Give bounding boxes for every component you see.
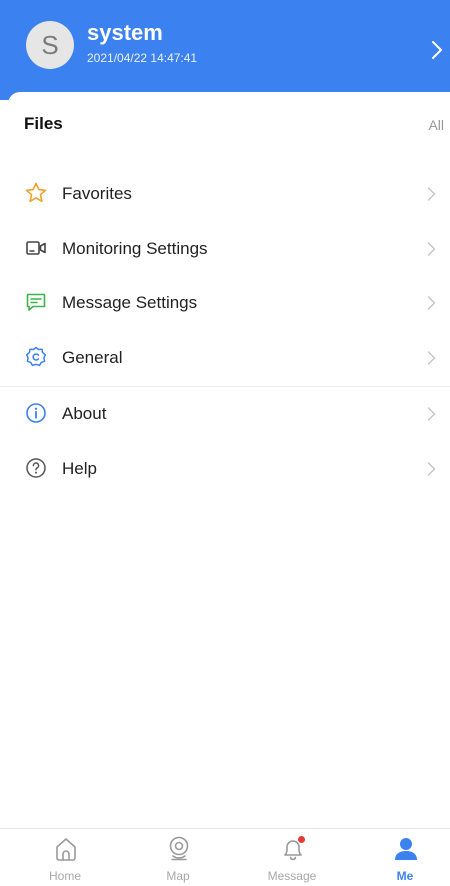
files-all-link[interactable]: All [428, 116, 444, 134]
chevron-right-icon[interactable] [430, 38, 444, 62]
chevron-right-icon [427, 351, 436, 365]
chevron-right-icon [427, 242, 436, 256]
tab-message[interactable]: Message [236, 829, 348, 886]
menu-item-favorites[interactable]: Favorites [0, 167, 450, 221]
menu-item-label: Help [62, 459, 97, 478]
tab-label: Home [48, 869, 81, 883]
tab-label: Me [396, 869, 414, 883]
chevron-right-icon [427, 187, 436, 201]
username: system [87, 20, 163, 45]
bottom-tab-bar: Home Map Message Me [0, 828, 450, 886]
info-icon [26, 403, 46, 423]
tab-home[interactable]: Home [9, 829, 121, 886]
chevron-right-icon [427, 462, 436, 476]
menu-item-about[interactable]: About [0, 387, 450, 441]
star-icon [25, 182, 47, 203]
menu-item-label: Message Settings [62, 293, 198, 312]
menu-item-monitoring-settings[interactable]: Monitoring Settings [0, 222, 450, 276]
tab-label: Map [166, 869, 190, 883]
tab-me[interactable]: Me [349, 829, 450, 886]
avatar: S [26, 21, 74, 69]
menu-item-help[interactable]: Help [0, 442, 450, 496]
chevron-right-icon [427, 296, 436, 310]
login-timestamp: 2021/04/22 14:47:41 [87, 51, 198, 65]
general-settings-icon [25, 346, 47, 367]
menu-item-general[interactable]: General [0, 331, 450, 385]
tab-map[interactable]: Map [122, 829, 234, 886]
menu-item-message-settings[interactable]: Message Settings [0, 276, 450, 330]
menu-item-label: About [62, 404, 107, 423]
help-icon [26, 458, 46, 478]
menu-item-label: General [62, 348, 123, 367]
home-icon [56, 838, 76, 861]
message-icon [26, 293, 46, 311]
menu-item-label: Monitoring Settings [62, 239, 208, 258]
menu-item-label: Favorites [62, 184, 132, 203]
map-pin-icon [169, 836, 189, 861]
profile-header[interactable]: S system 2021/04/22 14:47:41 [0, 0, 450, 100]
video-camera-icon [26, 241, 46, 255]
person-icon [395, 838, 417, 860]
files-section-title: Files [24, 114, 63, 133]
notification-badge [298, 836, 305, 843]
bell-icon [284, 836, 305, 861]
chevron-right-icon [427, 407, 436, 421]
tab-label: Message [267, 869, 317, 883]
